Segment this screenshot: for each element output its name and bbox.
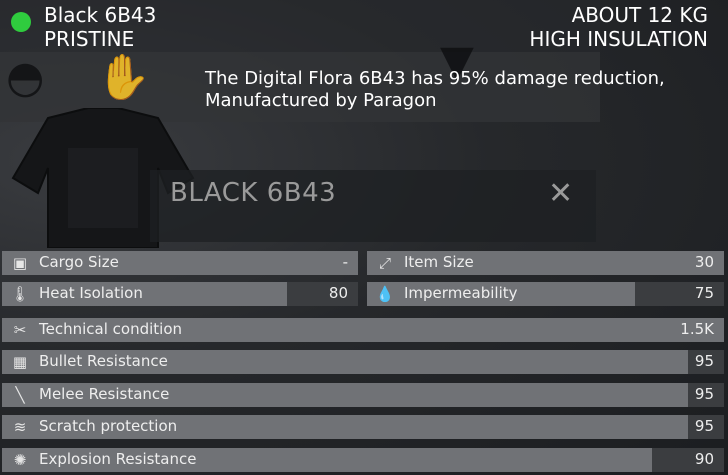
water-drops-icon: 💧 [375, 285, 395, 303]
stat-value: 75 [694, 284, 714, 302]
vest-icon: ▦ [12, 353, 28, 371]
item-name: Black 6B43 [44, 3, 157, 27]
stat-item-size: ⤢ Item Size 30 [367, 251, 724, 275]
inspect-title: BLACK 6B43 [170, 178, 337, 208]
stat-value: 80 [328, 284, 348, 302]
stat-label: Item Size [404, 253, 474, 271]
description-line-1: The Digital Flora 6B43 has 95% damage re… [205, 68, 665, 89]
stat-heat-isolation: 🌡 Heat Isolation 80 [2, 282, 358, 306]
stat-bullet-resistance: ▦ Bullet Resistance 95 [2, 350, 724, 374]
wrench-icon: ✂ [13, 321, 27, 339]
stat-value: 30 [694, 253, 714, 271]
knife-icon: ╲ [15, 386, 25, 404]
scratch-icon: ≋ [13, 418, 27, 436]
stat-scratch-protection: ≋ Scratch protection 95 [2, 415, 724, 439]
stat-label: Impermeability [404, 284, 518, 302]
item-condition: PRISTINE [44, 27, 135, 51]
stat-cargo-size: ▣ Cargo Size - [2, 251, 358, 275]
stat-label: Melee Resistance [39, 385, 170, 403]
stat-label: Scratch protection [39, 417, 178, 435]
item-weight: ABOUT 12 KG [571, 3, 708, 27]
glasses-slot-icon[interactable]: ◓ [6, 56, 44, 100]
stat-melee-resistance: ╲ Melee Resistance 95 [2, 383, 724, 407]
stat-value: 95 [694, 385, 714, 403]
stat-value: - [342, 253, 348, 271]
stat-label: Technical condition [39, 320, 182, 338]
item-description: The Digital Flora 6B43 has 95% damage re… [205, 68, 665, 112]
stat-value: 95 [694, 352, 714, 370]
gloves-slot-icon[interactable]: ✋ [96, 56, 151, 100]
description-line-2: Manufactured by Paragon [205, 90, 437, 111]
stat-value: 95 [694, 417, 714, 435]
stat-impermeability: 💧 Impermeability 75 [367, 282, 724, 306]
stat-label: Cargo Size [39, 253, 119, 271]
stat-label: Heat Isolation [39, 284, 143, 302]
thermometer-icon: 🌡 [10, 285, 30, 303]
stat-value: 90 [694, 450, 714, 468]
item-header: Black 6B43 PRISTINE ABOUT 12 KG HIGH INS… [0, 0, 728, 52]
stat-label: Bullet Resistance [39, 352, 168, 370]
status-dot-icon [11, 12, 31, 32]
stat-technical-condition: ✂ Technical condition 1.5K [2, 318, 724, 342]
stat-value: 1.5K [680, 320, 714, 338]
stat-explosion-resistance: ✺ Explosion Resistance 90 [2, 448, 724, 472]
stat-label: Explosion Resistance [39, 450, 197, 468]
explosion-icon: ✺ [13, 451, 27, 469]
cargo-box-icon: ▣ [12, 254, 28, 272]
close-icon[interactable]: ✕ [548, 176, 573, 211]
item-insulation: HIGH INSULATION [529, 27, 708, 51]
item-size-icon: ⤢ [378, 254, 391, 272]
